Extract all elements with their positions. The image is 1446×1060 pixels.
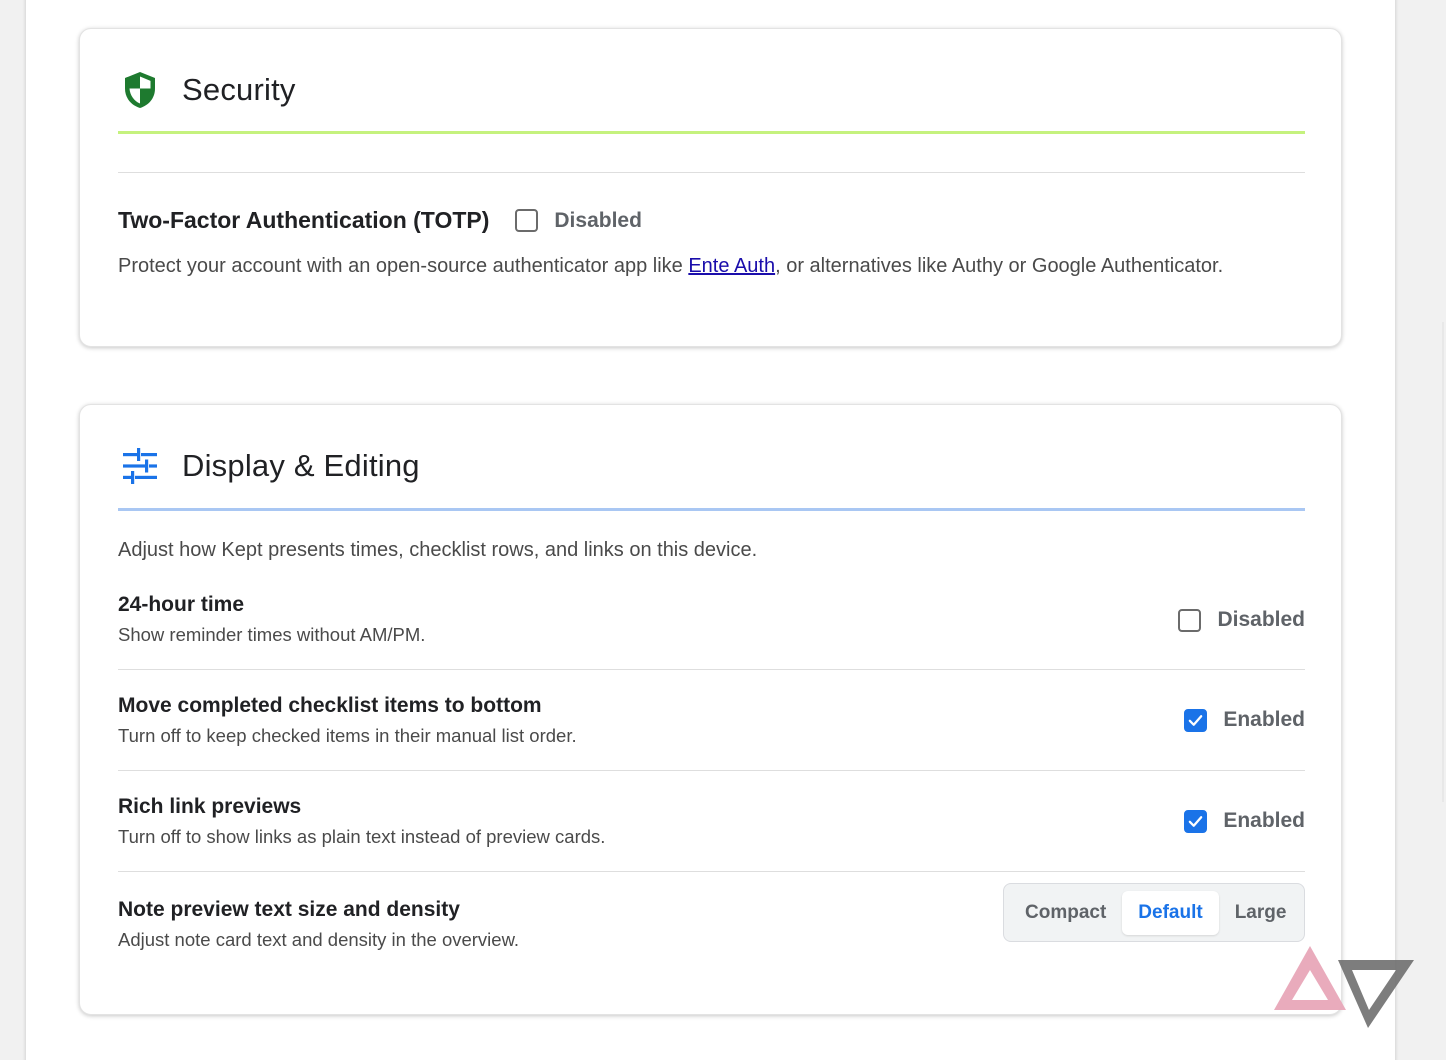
- move-completed-toggle[interactable]: Enabled: [1184, 708, 1305, 732]
- tfa-label: Two-Factor Authentication (TOTP): [118, 207, 490, 233]
- 24-hour-toggle[interactable]: Disabled: [1178, 608, 1305, 632]
- setting-subtitle: Turn off to show links as plain text ins…: [118, 826, 606, 847]
- setting-subtitle: Show reminder times without AM/PM.: [118, 624, 426, 645]
- divider: [118, 669, 1305, 670]
- setting-rich-link-previews: Rich link previews Turn off to show link…: [118, 795, 1305, 848]
- divider: [118, 172, 1305, 173]
- tfa-checkbox[interactable]: [515, 209, 539, 232]
- move-completed-status: Enabled: [1223, 708, 1305, 731]
- setting-title: 24-hour time: [118, 593, 245, 616]
- ente-auth-link[interactable]: Ente Auth: [688, 255, 775, 277]
- security-accent-line: [118, 131, 1305, 134]
- 24-hour-status: Disabled: [1217, 608, 1305, 631]
- density-option-compact[interactable]: Compact: [1009, 891, 1122, 935]
- setting-title: Move completed checklist items to bottom: [118, 694, 542, 717]
- divider: [118, 770, 1305, 771]
- divider: [118, 871, 1305, 872]
- display-intro: Adjust how Kept presents times, checklis…: [118, 539, 758, 561]
- density-option-default[interactable]: Default: [1122, 890, 1219, 935]
- checkmark-icon: [1189, 714, 1203, 726]
- setting-move-completed: Move completed checklist items to bottom…: [118, 694, 1305, 747]
- checkmark-icon: [1189, 815, 1203, 827]
- display-title: Display & Editing: [182, 448, 420, 483]
- watermark-logo-icon: [1274, 946, 1414, 1028]
- shield-icon: [118, 68, 162, 112]
- tfa-desc-after: , or alternatives like Authy or Google A…: [775, 255, 1224, 277]
- tune-sliders-icon: [118, 444, 162, 488]
- security-title: Security: [182, 72, 296, 107]
- 24-hour-checkbox[interactable]: [1178, 608, 1202, 632]
- rich-link-checkbox[interactable]: [1184, 809, 1208, 833]
- setting-subtitle: Turn off to keep checked items in their …: [118, 725, 577, 746]
- display-editing-card: Display & Editing Adjust how Kept presen…: [79, 404, 1342, 1015]
- display-header: Display & Editing: [118, 443, 420, 489]
- density-segmented-control: Compact Default Large: [1003, 883, 1305, 942]
- security-card: Security Two-Factor Authentication (TOTP…: [79, 28, 1342, 347]
- security-header: Security: [118, 67, 296, 113]
- rich-link-toggle[interactable]: Enabled: [1184, 809, 1305, 833]
- setting-title: Rich link previews: [118, 795, 302, 818]
- tfa-row: Two-Factor Authentication (TOTP) Disable…: [118, 207, 642, 234]
- tfa-status: Disabled: [554, 208, 642, 232]
- scrollbar-edge: [1442, 322, 1444, 802]
- display-accent-line: [118, 508, 1305, 511]
- setting-24-hour-time: 24-hour time Show reminder times without…: [118, 593, 1305, 646]
- rich-link-status: Enabled: [1223, 809, 1305, 832]
- density-option-large[interactable]: Large: [1219, 891, 1303, 935]
- tfa-description: Protect your account with an open-source…: [118, 255, 1223, 278]
- move-completed-checkbox[interactable]: [1184, 708, 1208, 732]
- setting-note-density: Note preview text size and density Adjus…: [118, 883, 1305, 951]
- tfa-desc-before: Protect your account with an open-source…: [118, 255, 689, 277]
